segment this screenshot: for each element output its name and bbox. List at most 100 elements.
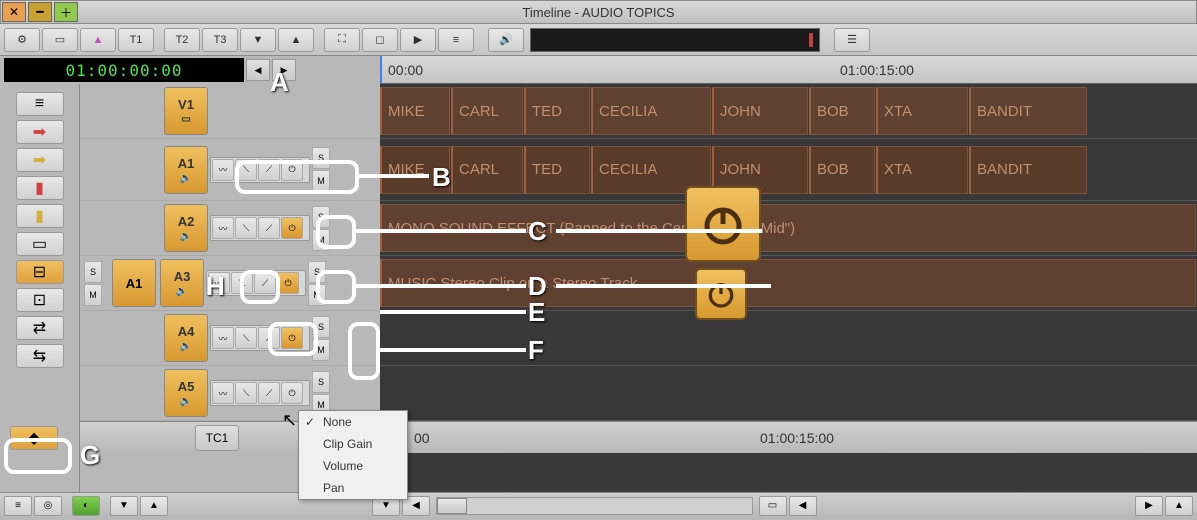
- power-btn-a2[interactable]: ⏻: [281, 217, 303, 239]
- green-toggle[interactable]: ◐: [72, 496, 100, 516]
- auto-gain-btn-a4[interactable]: ⟍: [235, 327, 257, 349]
- collapse-button[interactable]: ◎: [34, 496, 62, 516]
- audio-button[interactable]: 🔊: [488, 28, 524, 52]
- waveform-btn-a4[interactable]: 〰: [212, 327, 234, 349]
- menu-item-clip-gain[interactable]: Clip Gain: [299, 433, 407, 455]
- mute-a2[interactable]: M: [312, 229, 330, 251]
- volume-btn-a4[interactable]: ⟋: [258, 327, 280, 349]
- track-selector-a5[interactable]: A5🔈: [164, 369, 208, 417]
- waveform-btn-a5[interactable]: 〰: [212, 382, 234, 404]
- marker-button[interactable]: ▲: [80, 28, 116, 52]
- extract-tool[interactable]: ⊟: [16, 260, 64, 284]
- clip-a1-7[interactable]: BANDIT: [969, 146, 1087, 194]
- scroll-right-button[interactable]: ▶: [1135, 496, 1163, 516]
- source-patch-a1[interactable]: A1: [112, 259, 156, 307]
- src-solo[interactable]: S: [84, 261, 102, 283]
- clip-a2-0[interactable]: MONO SOUND EFFECT (Panned to the Center,…: [380, 204, 1196, 252]
- solo-a5[interactable]: S: [312, 371, 330, 393]
- track-selector-tc1[interactable]: TC1: [195, 425, 239, 451]
- solo-a4[interactable]: S: [312, 316, 330, 338]
- clip-v1-2[interactable]: TED: [524, 87, 590, 135]
- power-btn-a3[interactable]: ⏻: [277, 272, 299, 294]
- close-button[interactable]: ✕: [2, 2, 26, 22]
- waveform-btn-a3[interactable]: 〰: [208, 272, 230, 294]
- volume-btn-a3[interactable]: ⟋: [254, 272, 276, 294]
- clip-v1-7[interactable]: BANDIT: [969, 87, 1087, 135]
- scale-up-button[interactable]: ▲: [1165, 496, 1193, 516]
- slide-tool[interactable]: ⇆: [16, 344, 64, 368]
- timecode-display[interactable]: 01:00:00:00: [4, 58, 244, 82]
- clip-v1-5[interactable]: BOB: [809, 87, 875, 135]
- clip-v1-4[interactable]: JOHN: [712, 87, 808, 135]
- focus-button[interactable]: ◻: [362, 28, 398, 52]
- solo-a3[interactable]: S: [308, 261, 326, 283]
- solo-a2[interactable]: S: [312, 206, 330, 228]
- track-selector-a3[interactable]: A3🔈: [160, 259, 204, 307]
- menu-item-volume[interactable]: Volume: [299, 455, 407, 477]
- power-btn-a5[interactable]: ⏻: [281, 382, 303, 404]
- clip-a1-5[interactable]: BOB: [809, 146, 875, 194]
- zoom-in-button[interactable]: ▲: [140, 496, 168, 516]
- context-menu[interactable]: None Clip Gain Volume Pan: [298, 410, 408, 500]
- auto-gain-btn-a5[interactable]: ⟍: [235, 382, 257, 404]
- list-button[interactable]: ☰: [834, 28, 870, 52]
- mute-a4[interactable]: M: [312, 339, 330, 361]
- menu-item-pan[interactable]: Pan: [299, 477, 407, 499]
- yellow-block-tool[interactable]: ▮: [16, 204, 64, 228]
- view-button[interactable]: ▭: [42, 28, 78, 52]
- red-arrow-tool[interactable]: ➡: [16, 120, 64, 144]
- t2-button[interactable]: T2: [164, 28, 200, 52]
- playhead[interactable]: [380, 56, 382, 83]
- src-mute[interactable]: M: [84, 284, 102, 306]
- volume-btn-a2[interactable]: ⟋: [258, 217, 280, 239]
- keyframe-tool[interactable]: ◆: [10, 426, 58, 450]
- trim-tool[interactable]: ⊡: [16, 288, 64, 312]
- track-selector-a1[interactable]: A1🔈: [164, 146, 208, 194]
- fullscreen-button[interactable]: ⛶: [324, 28, 360, 52]
- clip-a1-0[interactable]: MIKE: [380, 146, 450, 194]
- clip-v1-3[interactable]: CECILIA: [591, 87, 711, 135]
- settings-button[interactable]: ⚙: [4, 28, 40, 52]
- mute-a3[interactable]: M: [308, 284, 326, 306]
- auto-gain-btn-a1[interactable]: ⟍: [235, 159, 257, 181]
- auto-gain-btn-a2[interactable]: ⟍: [235, 217, 257, 239]
- track-selector-a4[interactable]: A4🔈: [164, 314, 208, 362]
- yellow-arrow-tool[interactable]: ➡: [16, 148, 64, 172]
- mute-a1[interactable]: M: [312, 170, 330, 192]
- t1-button[interactable]: T1: [118, 28, 154, 52]
- play-button[interactable]: ▶: [400, 28, 436, 52]
- t3-button[interactable]: T3: [202, 28, 238, 52]
- clip-v1-1[interactable]: CARL: [451, 87, 523, 135]
- volume-btn-a5[interactable]: ⟋: [258, 382, 280, 404]
- power-btn-a4[interactable]: ⏻: [281, 327, 303, 349]
- timecode-prev[interactable]: ◀: [246, 59, 270, 81]
- minimize-button[interactable]: ━: [28, 2, 52, 22]
- clip-a3-0[interactable]: MUSIC Stereo Clip on a Stereo Track: [380, 259, 1196, 307]
- fit-button[interactable]: ▭: [759, 496, 787, 516]
- volume-btn-a1[interactable]: ⟋: [258, 159, 280, 181]
- scroll-left2-button[interactable]: ◀: [789, 496, 817, 516]
- timeline-ruler[interactable]: 00:00 01:00:15:00: [380, 56, 1197, 84]
- slip-tool[interactable]: ⇄: [16, 316, 64, 340]
- layout-button[interactable]: ≡: [438, 28, 474, 52]
- timeline-scrollbar[interactable]: [436, 497, 753, 515]
- clip-a1-2[interactable]: TED: [524, 146, 590, 194]
- auto-gain-btn-a3[interactable]: ⟍: [231, 272, 253, 294]
- clip-a1-1[interactable]: CARL: [451, 146, 523, 194]
- track-down-button[interactable]: ▼: [240, 28, 276, 52]
- scrollbar-thumb[interactable]: [437, 498, 467, 514]
- solo-a1[interactable]: S: [312, 147, 330, 169]
- waveform-btn-a2[interactable]: 〰: [212, 217, 234, 239]
- track-up-button[interactable]: ▲: [278, 28, 314, 52]
- track-selector-v1[interactable]: V1▭: [164, 87, 208, 135]
- hamburger-tool[interactable]: ≡: [16, 92, 64, 116]
- clip-v1-0[interactable]: MIKE: [380, 87, 450, 135]
- power-btn-a1[interactable]: ⏻: [281, 159, 303, 181]
- red-block-tool[interactable]: ▮: [16, 176, 64, 200]
- add-button[interactable]: ＋: [54, 2, 78, 22]
- menu-item-none[interactable]: None: [299, 411, 407, 433]
- zoom-out-button[interactable]: ▼: [110, 496, 138, 516]
- clip-v1-6[interactable]: XTA: [876, 87, 968, 135]
- segment-tool[interactable]: ▭: [16, 232, 64, 256]
- clip-a1-6[interactable]: XTA: [876, 146, 968, 194]
